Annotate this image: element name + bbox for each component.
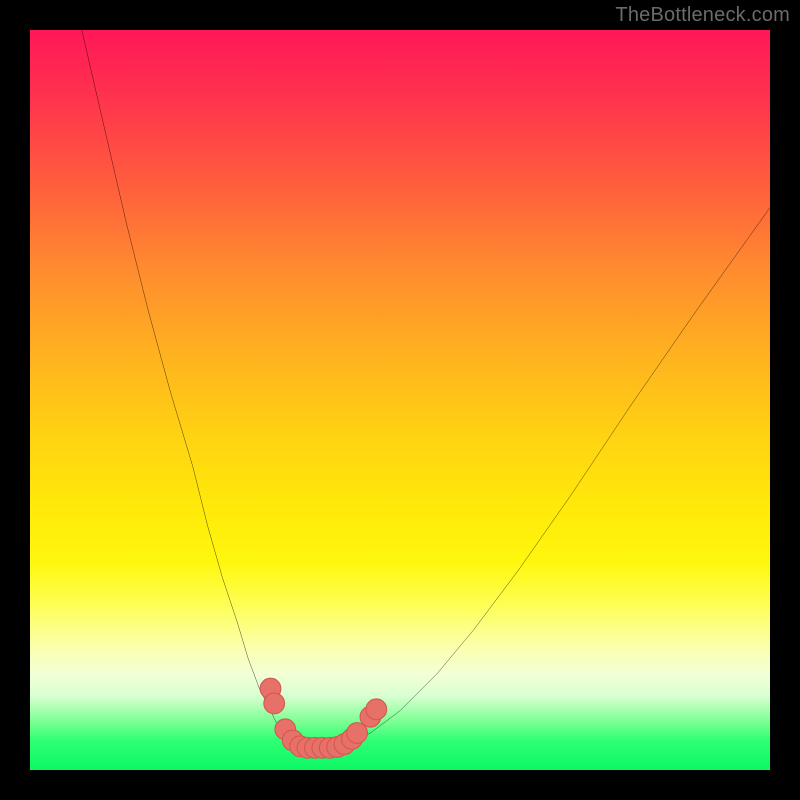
chart-svg [30,30,770,770]
data-markers [260,678,387,758]
watermark-text: TheBottleneck.com [615,4,790,27]
chart-frame: TheBottleneck.com [0,0,800,800]
plot-area [30,30,770,770]
bottleneck-curve [82,30,770,748]
data-marker [366,699,387,720]
curve-path [82,30,770,748]
data-marker [264,693,285,714]
